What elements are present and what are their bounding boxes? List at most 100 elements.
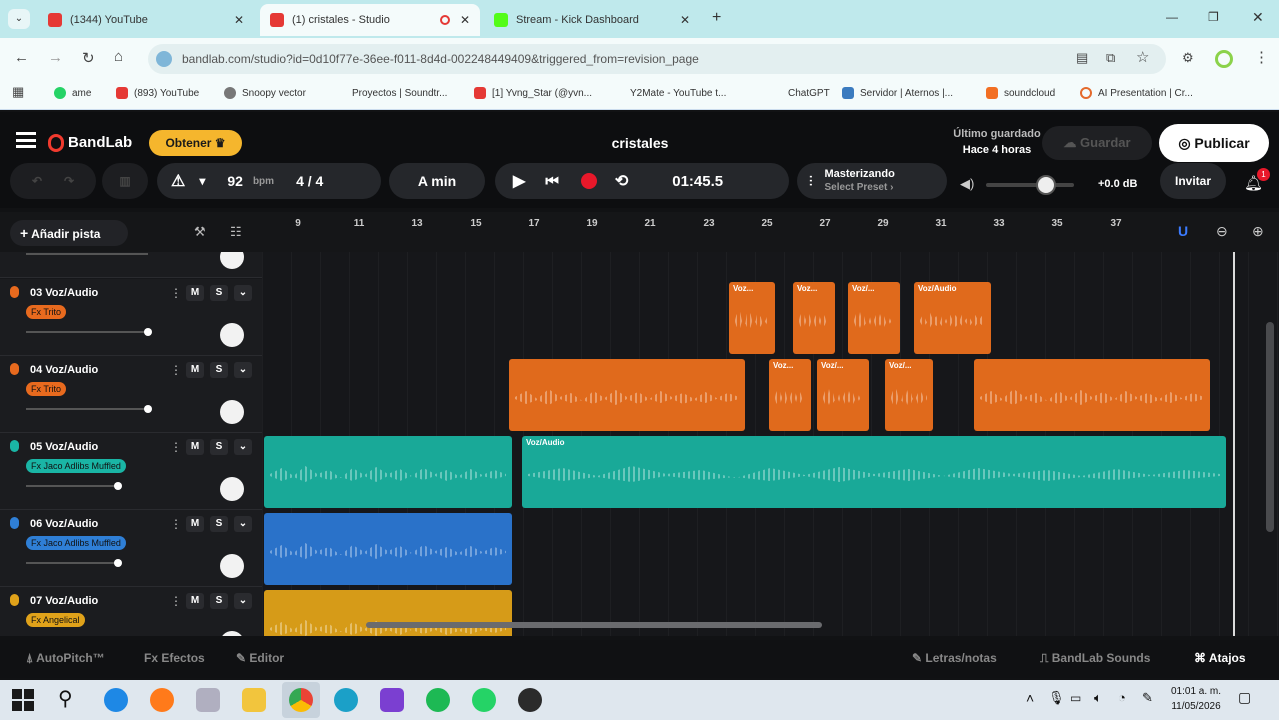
reader-icon[interactable]: ▤ [1076, 50, 1088, 66]
obs-icon[interactable] [518, 688, 542, 712]
pan-knob[interactable] [220, 554, 244, 578]
zoom-in-icon[interactable]: ⊕ [1252, 223, 1264, 240]
bookmark-item[interactable]: Servidor | Aternos |... [842, 87, 953, 99]
hamburger-menu-icon[interactable] [16, 132, 36, 148]
bookmark-item[interactable]: Snoopy vector [224, 87, 306, 99]
undo-icon[interactable]: ↶ [32, 174, 42, 188]
bar-number[interactable]: 17 [527, 218, 541, 229]
volume-slider[interactable] [26, 328, 152, 336]
bar-number[interactable]: 37 [1109, 218, 1123, 229]
track-options-icon[interactable]: ⋮ [170, 594, 182, 608]
track-options-icon[interactable]: ⋮ [170, 286, 182, 300]
audio-clip[interactable]: Voz/... [848, 282, 900, 354]
windows-start-icon[interactable] [12, 689, 34, 711]
track-header[interactable]: 03 Voz/Audio Fx Trito ⋮ M S ⌄ [0, 279, 262, 356]
forward-icon[interactable]: → [48, 49, 63, 66]
vertical-scrollbar[interactable] [1266, 322, 1274, 532]
bar-number[interactable]: 29 [876, 218, 890, 229]
track-header[interactable]: 04 Voz/Audio Fx Trito ⋮ M S ⌄ [0, 356, 262, 433]
reload-icon[interactable]: ↻ [82, 49, 95, 67]
chevron-down-icon[interactable]: ⌄ [234, 439, 252, 455]
bar-number[interactable]: 11 [352, 218, 366, 229]
pan-knob[interactable] [220, 323, 244, 347]
bar-number[interactable]: 33 [992, 218, 1006, 229]
notification-center-icon[interactable]: ▢ [1238, 689, 1251, 706]
loop-icon[interactable]: ⟲ [615, 171, 628, 191]
microphone-icon[interactable]: 🎙︎ [1048, 690, 1065, 706]
track-name[interactable]: 03 Voz/Audio [30, 287, 98, 299]
horizontal-scrollbar[interactable] [366, 622, 822, 628]
pan-knob[interactable] [220, 400, 244, 424]
firefox-icon[interactable] [150, 688, 174, 712]
mute-button[interactable]: M [186, 362, 204, 378]
tray-chevron-icon[interactable]: ˄ [1026, 690, 1034, 706]
track-options-icon[interactable]: ⋮ [170, 517, 182, 531]
menu-icon[interactable]: ⋮ [1254, 48, 1269, 66]
solo-button[interactable]: S [210, 285, 228, 301]
bandlab-sounds-button[interactable]: ⎍ BandLab Sounds [1040, 651, 1150, 666]
track-header[interactable]: 06 Voz/Audio Fx Jaco Adlibs Muffled ⋮ M S ⌄ [0, 510, 262, 587]
audio-clip[interactable]: Voz... [729, 282, 775, 354]
solo-button[interactable]: S [210, 593, 228, 609]
zoom-out-icon[interactable]: ⊖ [1216, 223, 1228, 240]
track-name[interactable]: 07 Voz/Audio [30, 595, 98, 607]
bar-number[interactable]: 15 [469, 218, 483, 229]
mute-button[interactable]: M [186, 439, 204, 455]
close-window-icon[interactable]: ✕ [1252, 9, 1264, 26]
tab-bandlab[interactable]: (1) cristales - Studio ✕ [260, 4, 480, 36]
volume-icon[interactable]: 🔈︎ [1094, 690, 1102, 706]
time-signature[interactable]: 4 / 4 [296, 173, 323, 189]
bar-number[interactable]: 23 [702, 218, 716, 229]
bookmark-item[interactable]: ame [54, 87, 91, 99]
volume-slider[interactable] [26, 559, 122, 567]
keyboard-layout-icon[interactable]: ✎ [1142, 690, 1153, 706]
play-icon[interactable]: ▶ [513, 171, 525, 191]
home-icon[interactable]: ⌂ [114, 48, 123, 65]
chevron-down-icon[interactable]: ⌄ [234, 362, 252, 378]
autopitch-button[interactable]: ⍋ AutoPitch™ [26, 651, 105, 666]
mute-button[interactable]: M [186, 285, 204, 301]
chevron-down-icon[interactable]: ⌄ [234, 285, 252, 301]
pan-knob[interactable] [220, 477, 244, 501]
cast-icon[interactable]: ⧉ [1106, 50, 1115, 66]
bookmark-item[interactable]: Y2Mate - YouTube t... [612, 87, 726, 99]
site-info-icon[interactable] [156, 51, 172, 67]
track-header[interactable]: 05 Voz/Audio Fx Jaco Adlibs Muffled ⋮ M S ⌄ [0, 433, 262, 510]
tab-list-button[interactable]: ⌄ [8, 9, 30, 29]
bookmark-star-icon[interactable]: ☆ [1136, 48, 1149, 66]
url-field[interactable]: bandlab.com/studio?id=0d10f77e-36ee-f011… [148, 44, 1166, 74]
audio-clip[interactable]: Voz/... [817, 359, 869, 431]
wrench-icon[interactable]: ⚒ [194, 224, 206, 240]
audio-clip[interactable]: Voz/Audio [914, 282, 991, 354]
track-name[interactable]: 06 Voz/Audio [30, 518, 98, 530]
audio-clip[interactable]: Voz/Audio [522, 436, 1226, 508]
file-explorer-icon[interactable] [242, 688, 266, 712]
publish-button[interactable]: ◎ Publicar [1159, 124, 1269, 162]
close-tab-icon[interactable]: ✕ [680, 13, 690, 27]
profile-avatar[interactable] [1215, 50, 1233, 68]
audio-clip[interactable]: Voz/... [885, 359, 933, 431]
record-icon[interactable] [580, 173, 597, 189]
clock-date[interactable]: 11/05/2026 [1168, 701, 1224, 712]
audio-clip[interactable] [264, 590, 512, 636]
new-tab-button[interactable]: + [712, 9, 721, 27]
media-app-icon[interactable] [196, 688, 220, 712]
battery-icon[interactable]: ▭ [1070, 691, 1081, 705]
fx-badge[interactable]: Fx Trito [26, 305, 67, 319]
whatsapp-icon[interactable] [472, 688, 496, 712]
pan-knob[interactable] [220, 252, 244, 269]
audio-clip[interactable]: Voz... [769, 359, 811, 431]
bar-number[interactable]: 19 [585, 218, 599, 229]
mute-button[interactable]: M [186, 593, 204, 609]
bookmark-item[interactable]: (893) YouTube [116, 87, 199, 99]
track-options-icon[interactable]: ⋮ [170, 363, 182, 377]
skip-back-icon[interactable]: ⏮ [545, 173, 559, 190]
automation-icon[interactable]: ☷ [230, 224, 242, 240]
chrome-icon[interactable] [282, 682, 320, 718]
editor-button[interactable]: ✎ Editor [236, 651, 284, 665]
lyrics-button[interactable]: ✎ Letras/notas [912, 651, 997, 665]
solo-button[interactable]: S [210, 362, 228, 378]
audio-clip[interactable] [264, 436, 512, 508]
slider-thumb[interactable] [114, 482, 122, 490]
snap-magnet-icon[interactable]: U [1178, 223, 1188, 239]
